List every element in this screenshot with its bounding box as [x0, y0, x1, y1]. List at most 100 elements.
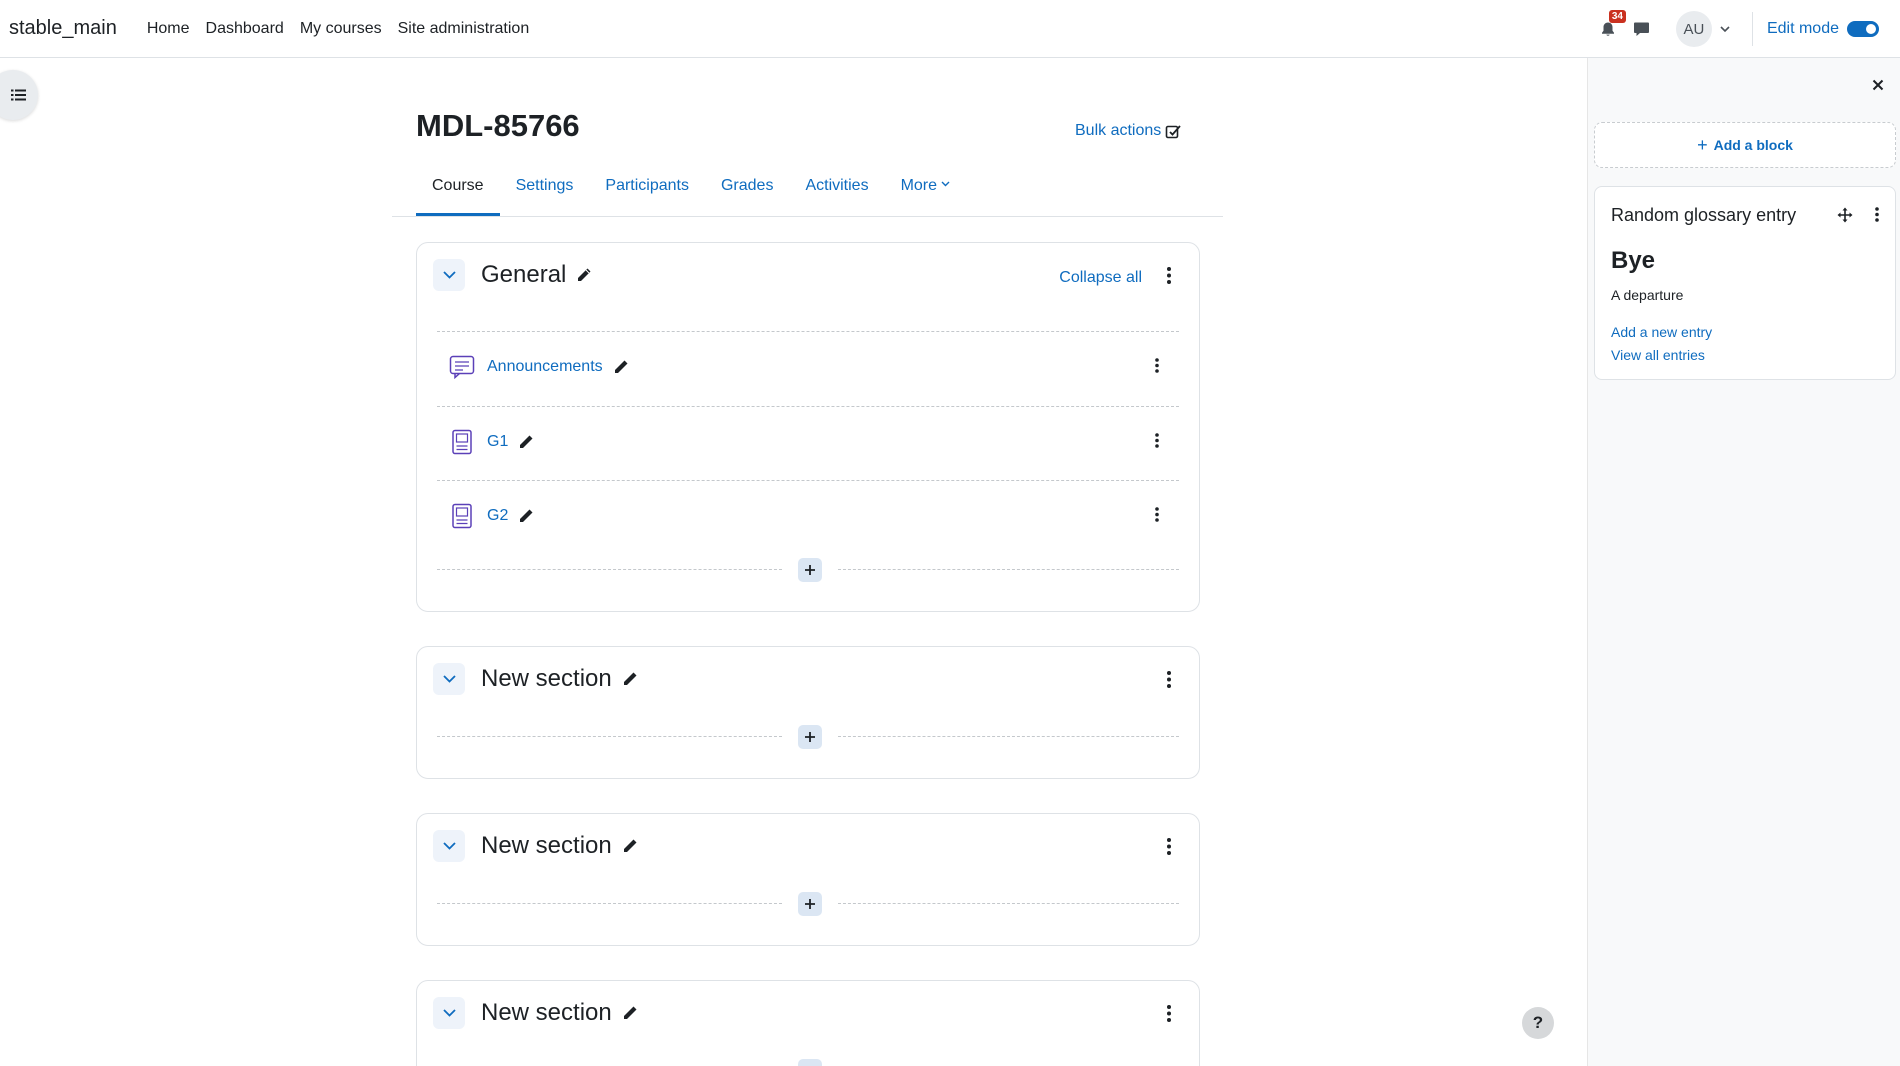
activity-announcements: Announcements — [449, 354, 629, 380]
kebab-icon — [1155, 433, 1159, 448]
add-content-row — [437, 725, 1179, 749]
add-block-button[interactable]: + Add a block — [1594, 122, 1896, 168]
section-actions-menu[interactable] — [1167, 838, 1171, 860]
tab-more[interactable]: More — [885, 168, 966, 216]
activity-actions-menu[interactable] — [1155, 507, 1159, 527]
user-menu-toggle[interactable] — [1720, 25, 1730, 33]
page-title: MDL-85766 — [416, 108, 580, 143]
section-header: New section — [433, 663, 638, 695]
add-content-button[interactable] — [798, 558, 822, 582]
edit-section-name-button[interactable] — [622, 838, 638, 854]
add-content-button[interactable] — [798, 892, 822, 916]
tab-course[interactable]: Course — [416, 168, 500, 216]
edit-activity-name-button[interactable] — [518, 434, 534, 450]
add-content-button[interactable] — [798, 1059, 822, 1066]
section-title[interactable]: New section — [481, 665, 612, 693]
add-content-line — [838, 736, 1179, 737]
activity-link[interactable]: G1 — [487, 433, 508, 451]
edit-activity-name-button[interactable] — [518, 508, 534, 524]
section-actions-menu[interactable] — [1167, 1005, 1171, 1027]
activity-actions-menu[interactable] — [1155, 358, 1159, 378]
notifications-button[interactable]: 34 — [1596, 10, 1626, 41]
activity-link[interactable]: G2 — [487, 507, 508, 525]
add-content-row — [437, 892, 1179, 916]
bulk-edit-icon — [1165, 124, 1181, 138]
section-header: General — [433, 259, 592, 291]
help-button[interactable]: ? — [1522, 1007, 1554, 1039]
section-header: New section — [433, 830, 638, 862]
course-tabs: Course Settings Participants Grades Acti… — [392, 168, 1223, 217]
course-index-toggle[interactable] — [0, 70, 38, 120]
section-collapse-button[interactable] — [433, 663, 465, 695]
pencil-icon — [520, 509, 533, 522]
nav-home[interactable]: Home — [139, 0, 198, 58]
add-new-entry-link[interactable]: Add a new entry — [1611, 324, 1712, 340]
tab-more-label: More — [900, 177, 938, 194]
messages-button[interactable] — [1630, 17, 1654, 41]
activity-actions-menu[interactable] — [1155, 433, 1159, 453]
nav-dashboard[interactable]: Dashboard — [198, 0, 292, 58]
chat-icon — [1634, 22, 1650, 36]
section-collapse-button[interactable] — [433, 997, 465, 1029]
add-content-button[interactable] — [798, 725, 822, 749]
block-actions-menu[interactable] — [1875, 207, 1879, 227]
section-actions-menu[interactable] — [1167, 267, 1171, 289]
pencil-icon — [623, 839, 637, 852]
kebab-icon — [1167, 838, 1171, 855]
add-content-row — [437, 1059, 1179, 1066]
section-collapse-button[interactable] — [433, 830, 465, 862]
section-actions-menu[interactable] — [1167, 671, 1171, 693]
glossary-definition: A departure — [1611, 287, 1684, 303]
kebab-icon — [1155, 507, 1159, 522]
plus-icon — [805, 732, 815, 742]
course-section-general: General Collapse all Announcements G1 G2 — [416, 242, 1200, 612]
tab-activities[interactable]: Activities — [789, 168, 884, 216]
close-icon — [1872, 79, 1884, 91]
plus-icon: + — [1697, 134, 1708, 155]
nav-my-courses[interactable]: My courses — [292, 0, 390, 58]
glossary-concept: Bye — [1611, 247, 1656, 274]
bulk-actions-button[interactable]: Bulk actions — [1075, 122, 1182, 140]
edit-mode-toggle[interactable] — [1847, 21, 1879, 37]
tab-grades[interactable]: Grades — [705, 168, 789, 216]
avatar[interactable]: AU — [1675, 11, 1712, 47]
move-block-handle[interactable] — [1837, 207, 1853, 228]
chevron-down-icon — [1720, 25, 1730, 32]
notification-count-badge: 34 — [1608, 10, 1626, 23]
edit-mode-label: Edit mode — [1766, 20, 1839, 37]
kebab-icon — [1875, 207, 1879, 222]
course-section: New section — [416, 646, 1200, 779]
pencil-icon — [520, 435, 533, 448]
edit-section-name-button[interactable] — [622, 1005, 638, 1021]
tab-settings[interactable]: Settings — [500, 168, 590, 216]
edit-section-name-button[interactable] — [622, 671, 638, 687]
block-title: Random glossary entry — [1611, 205, 1797, 225]
edit-section-name-button[interactable] — [576, 267, 592, 283]
course-section: New section — [416, 813, 1200, 946]
edit-activity-name-button[interactable] — [613, 359, 629, 375]
section-title[interactable]: New section — [481, 832, 612, 860]
block-drawer: + Add a block Random glossary entry Bye … — [1587, 58, 1900, 1066]
activity-divider — [437, 331, 1179, 332]
add-content-line — [437, 903, 782, 904]
tab-participants[interactable]: Participants — [589, 168, 705, 216]
section-title[interactable]: New section — [481, 999, 612, 1027]
collapse-all-link[interactable]: Collapse all — [1059, 269, 1142, 287]
section-title[interactable]: General — [481, 261, 566, 289]
nav-site-administration[interactable]: Site administration — [390, 0, 538, 58]
add-content-row — [437, 558, 1179, 582]
kebab-icon — [1167, 267, 1171, 284]
chevron-down-icon — [442, 842, 456, 850]
add-content-line — [838, 569, 1179, 570]
section-collapse-button[interactable] — [433, 259, 465, 291]
edit-mode-switch[interactable]: Edit mode — [1767, 20, 1879, 38]
add-content-line — [838, 903, 1179, 904]
activity-divider — [437, 406, 1179, 407]
add-content-line — [437, 569, 782, 570]
site-name[interactable]: stable_main — [9, 17, 117, 40]
activity-link[interactable]: Announcements — [487, 358, 603, 376]
plus-icon — [805, 565, 815, 575]
top-navbar: stable_main Home Dashboard My courses Si… — [0, 0, 1900, 58]
close-block-drawer-button[interactable] — [1872, 78, 1884, 96]
view-all-entries-link[interactable]: View all entries — [1611, 347, 1705, 363]
